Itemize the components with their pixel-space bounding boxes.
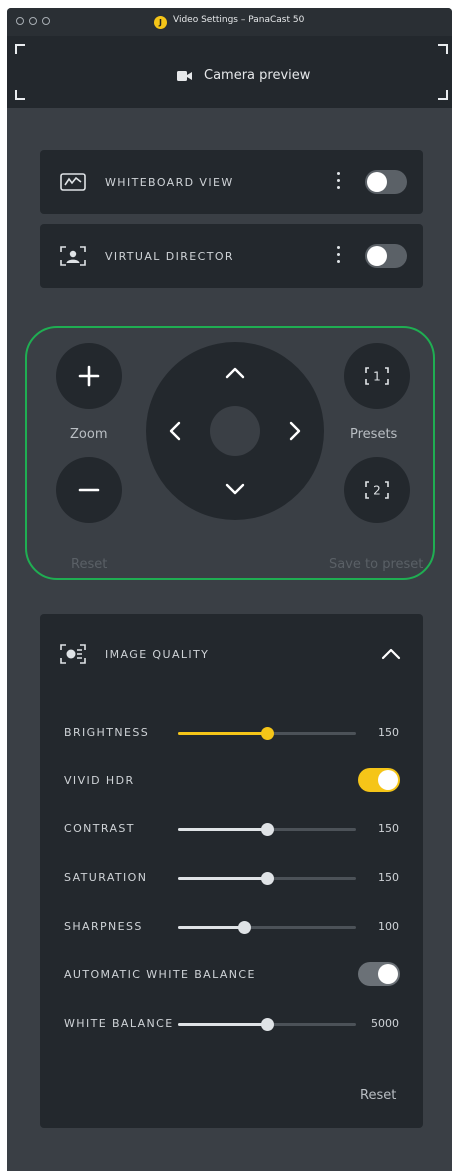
contrast-label: CONTRAST: [64, 822, 135, 835]
sharpness-label: SHARPNESS: [64, 920, 143, 933]
camera-preview-label: Camera preview: [204, 68, 311, 83]
presets-label: Presets: [350, 427, 398, 442]
whiteboard-options-icon[interactable]: [337, 172, 341, 193]
sharpness-slider-thumb[interactable]: [237, 921, 251, 934]
minimize-window-button[interactable]: [29, 17, 37, 25]
frame-corner-icon: [15, 44, 25, 54]
contrast-slider-thumb[interactable]: [261, 823, 274, 836]
white-balance-value: 5000: [371, 1017, 399, 1030]
camera-preview[interactable]: Camera preview: [7, 36, 452, 108]
minus-icon: [78, 488, 100, 492]
contrast-slider-fill: [178, 828, 267, 831]
preset-2-button[interactable]: 2: [344, 457, 410, 523]
image-quality-panel: IMAGE QUALITY BRIGHTNESS 150 VIVID HDR C…: [40, 614, 423, 1128]
ptz-control-panel: Zoom 1 Presets 2 Reset Save to preset: [25, 326, 435, 580]
contrast-slider[interactable]: [178, 823, 356, 836]
pan-right-button[interactable]: [288, 420, 302, 442]
contrast-value: 150: [378, 822, 399, 835]
preset-frame-icon: 1: [365, 367, 389, 385]
joystick-center[interactable]: [210, 406, 260, 456]
preset-1-number: 1: [373, 370, 381, 384]
zoom-window-button[interactable]: [42, 17, 50, 25]
video-settings-window: J Video Settings – PanaCast 50 Camera pr…: [7, 8, 452, 1171]
title-bar: J Video Settings – PanaCast 50: [7, 8, 452, 36]
virtual-director-card: VIRTUAL DIRECTOR: [40, 224, 423, 288]
sharpness-slider-fill: [178, 926, 244, 929]
whiteboard-view-label: WHITEBOARD VIEW: [105, 176, 234, 189]
brightness-value: 150: [378, 726, 399, 739]
brightness-slider-fill: [178, 732, 267, 735]
virtual-director-options-icon[interactable]: [337, 246, 341, 267]
sharpness-value: 100: [378, 920, 399, 933]
pan-left-button[interactable]: [168, 420, 182, 442]
zoom-out-button[interactable]: [56, 457, 122, 523]
whiteboard-icon: [60, 173, 86, 191]
whiteboard-view-card: WHITEBOARD VIEW: [40, 150, 423, 214]
frame-corner-icon: [438, 90, 448, 100]
app-logo-icon: J: [154, 16, 167, 29]
white-balance-label: WHITE BALANCE: [64, 1017, 174, 1030]
image-quality-title: IMAGE QUALITY: [105, 648, 210, 661]
tilt-up-button[interactable]: [224, 366, 246, 380]
vivid-hdr-label: VIVID HDR: [64, 774, 135, 787]
whiteboard-view-toggle[interactable]: [365, 170, 407, 194]
vivid-hdr-toggle[interactable]: [358, 768, 400, 792]
plus-icon: [78, 365, 100, 387]
save-to-preset-button[interactable]: Save to preset: [329, 557, 423, 572]
saturation-label: SATURATION: [64, 871, 148, 884]
virtual-director-label: VIRTUAL DIRECTOR: [105, 250, 234, 263]
saturation-slider-fill: [178, 877, 267, 880]
zoom-in-button[interactable]: [56, 343, 122, 409]
brightness-slider-thumb[interactable]: [261, 727, 274, 740]
saturation-slider-thumb[interactable]: [261, 872, 274, 885]
preset-2-number: 2: [373, 484, 381, 498]
image-quality-reset-button[interactable]: Reset: [360, 1088, 396, 1103]
auto-white-balance-label: AUTOMATIC WHITE BALANCE: [64, 968, 256, 981]
video-camera-icon: [177, 71, 192, 81]
tilt-down-button[interactable]: [224, 482, 246, 496]
frame-corner-icon: [15, 90, 25, 100]
virtual-director-icon: [60, 246, 86, 266]
virtual-director-toggle[interactable]: [365, 244, 407, 268]
preset-1-button[interactable]: 1: [344, 343, 410, 409]
zoom-label: Zoom: [70, 427, 108, 442]
saturation-slider[interactable]: [178, 872, 356, 885]
collapse-chevron-icon[interactable]: [381, 647, 401, 661]
sharpness-slider[interactable]: [178, 921, 356, 934]
image-quality-icon: [60, 644, 86, 664]
brightness-slider[interactable]: [178, 727, 356, 740]
preset-frame-icon: 2: [365, 481, 389, 499]
white-balance-slider-fill: [178, 1023, 267, 1026]
brightness-label: BRIGHTNESS: [64, 726, 150, 739]
white-balance-slider-thumb[interactable]: [261, 1018, 274, 1031]
auto-white-balance-toggle[interactable]: [358, 962, 400, 986]
pan-tilt-joystick: [146, 342, 324, 520]
white-balance-slider[interactable]: [178, 1018, 356, 1031]
window-title: Video Settings – PanaCast 50: [173, 15, 305, 25]
saturation-value: 150: [378, 871, 399, 884]
close-window-button[interactable]: [16, 17, 24, 25]
ptz-reset-button[interactable]: Reset: [71, 557, 107, 572]
frame-corner-icon: [438, 44, 448, 54]
